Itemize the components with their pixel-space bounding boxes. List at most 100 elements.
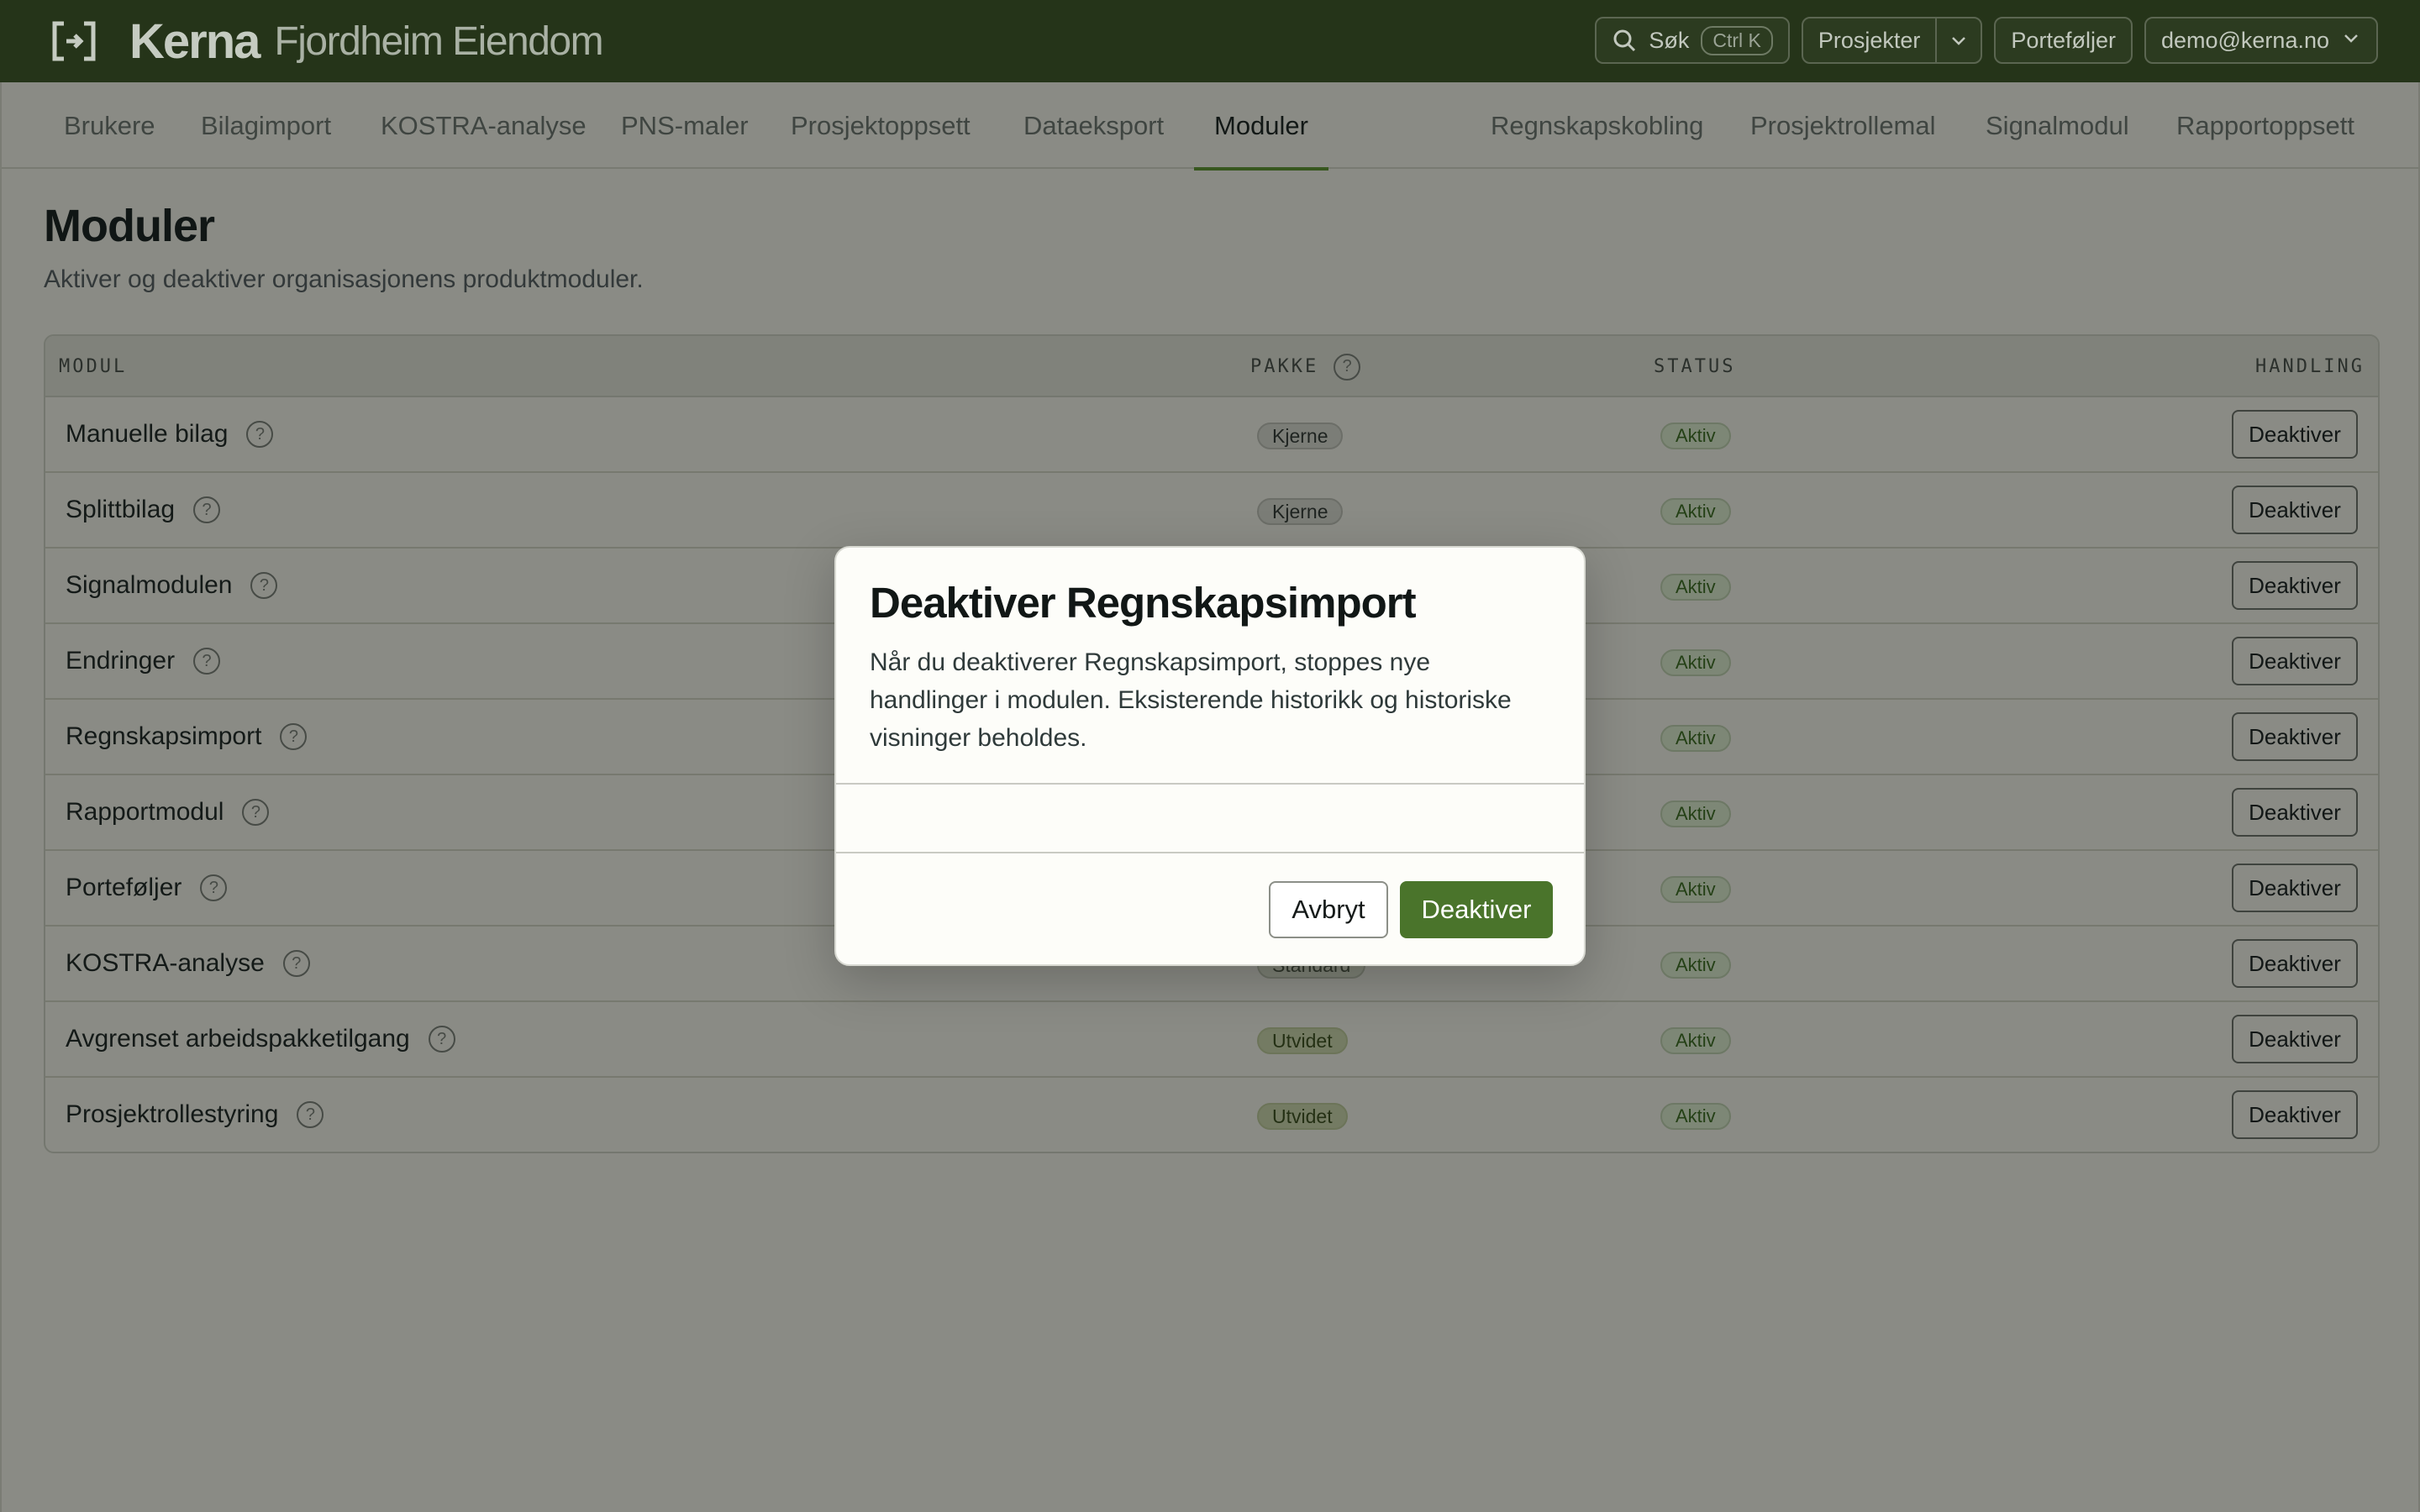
status-badge: Aktiv — [1660, 649, 1731, 676]
help-icon[interactable]: ? — [193, 496, 221, 523]
package-badge: Utvidet — [1257, 1103, 1348, 1130]
cancel-button[interactable]: Avbryt — [1269, 881, 1388, 938]
module-name: Splittbilag — [66, 496, 176, 523]
tab-pns-maler[interactable]: PNS-maler — [601, 82, 769, 169]
tab-dataeksport[interactable]: Dataeksport — [1003, 82, 1184, 169]
chevron-down-icon — [1952, 37, 1966, 45]
chevron-down-icon — [2341, 28, 2361, 54]
page-subtitle: Aktiver og deaktiver organisasjonens pro… — [44, 265, 644, 293]
help-icon[interactable]: ? — [242, 799, 270, 826]
module-name: Avgrenset arbeidspakketilgang — [66, 1025, 410, 1053]
projects-button[interactable]: Prosjekter — [1803, 18, 1936, 62]
search-icon — [1613, 29, 1636, 52]
deactivate-button[interactable]: Deaktiver — [2232, 864, 2358, 912]
user-menu-button[interactable]: demo@kerna.no — [2144, 17, 2378, 64]
column-header-action: HANDLING — [2255, 336, 2365, 397]
tab-bilagimport[interactable]: Bilagimport — [181, 82, 351, 169]
module-name: KOSTRA-analyse — [66, 949, 265, 977]
brand-name: Kerna — [129, 13, 260, 69]
portfolios-button[interactable]: Porteføljer — [1994, 17, 2133, 64]
module-name-cell: Regnskapsimport ? — [66, 700, 308, 774]
status-badge: Aktiv — [1660, 423, 1731, 449]
deactivate-button[interactable]: Deaktiver — [2232, 939, 2358, 988]
deactivate-button[interactable]: Deaktiver — [2232, 1090, 2358, 1139]
tab-prosjektoppsett[interactable]: Prosjektoppsett — [771, 82, 991, 169]
status-badge: Aktiv — [1660, 574, 1731, 601]
module-name-cell: Avgrenset arbeidspakketilgang ? — [66, 1002, 455, 1076]
deactivate-button[interactable]: Deaktiver — [2232, 561, 2358, 610]
tab-regnskapskobling[interactable]: Regnskapskobling — [1470, 82, 1723, 169]
search-button[interactable]: Søk Ctrl K — [1595, 17, 1790, 64]
column-label-module: MODUL — [59, 356, 128, 377]
user-email: demo@kerna.no — [2160, 27, 2329, 53]
module-name: Endringer — [66, 647, 176, 675]
table-row: Manuelle bilag ? Kjerne Aktiv Deaktiver — [45, 397, 2378, 473]
deactivate-button[interactable]: Deaktiver — [2232, 712, 2358, 761]
confirm-deactivate-button[interactable]: Deaktiver — [1400, 881, 1553, 938]
status-badge: Aktiv — [1660, 725, 1731, 752]
module-name-cell: Manuelle bilag ? — [66, 397, 274, 471]
brand[interactable]: Kerna Fjordheim Eiendom — [0, 0, 604, 82]
tab-rapportoppsett[interactable]: Rapportoppsett — [2156, 82, 2375, 169]
column-label-action: HANDLING — [2255, 356, 2365, 377]
module-name: Regnskapsimport — [66, 722, 262, 750]
top-actions: Søk Ctrl K Prosjekter Porteføljer demo@k… — [1595, 17, 2378, 64]
projects-dropdown-toggle[interactable] — [1935, 18, 1981, 62]
column-label-package: PAKKE — [1250, 356, 1319, 377]
status-badge: Aktiv — [1660, 1027, 1731, 1054]
module-name: Prosjektrollestyring — [66, 1100, 279, 1128]
divider — [836, 783, 1584, 785]
tab-moduler[interactable]: Moduler — [1194, 82, 1328, 171]
deactivate-button[interactable]: Deaktiver — [2232, 1015, 2358, 1063]
help-icon[interactable]: ? — [428, 1026, 455, 1053]
help-icon[interactable]: ? — [280, 723, 308, 750]
organization-name: Fjordheim Eiendom — [274, 18, 603, 64]
module-name-cell: Splittbilag ? — [66, 473, 221, 547]
module-name-cell: Signalmodulen ? — [66, 549, 278, 622]
status-badge: Aktiv — [1660, 498, 1731, 525]
help-icon[interactable]: ? — [200, 874, 228, 901]
status-badge: Aktiv — [1660, 876, 1731, 903]
deactivate-button[interactable]: Deaktiver — [2232, 637, 2358, 685]
help-icon[interactable]: ? — [246, 421, 274, 448]
help-icon[interactable]: ? — [193, 648, 221, 675]
kerna-logo-icon — [52, 21, 96, 61]
help-icon[interactable]: ? — [250, 572, 278, 599]
search-shortcut-badge: Ctrl K — [1701, 25, 1773, 55]
tab-brukere[interactable]: Brukere — [44, 82, 176, 169]
page-title: Moduler — [44, 201, 215, 251]
column-header-status: STATUS — [1654, 336, 1735, 397]
dialog-message: Når du deaktiverer Regnskapsimport, stop… — [870, 648, 1512, 752]
dialog-title: Deaktiver Regnskapsimport — [870, 579, 1417, 627]
help-icon[interactable]: ? — [1334, 353, 1361, 381]
tab-prosjektrollemal[interactable]: Prosjektrollemal — [1730, 82, 1956, 169]
module-name: Manuelle bilag — [66, 420, 229, 448]
deactivate-confirm-dialog: Deaktiver Regnskapsimport Når du deaktiv… — [834, 546, 1586, 966]
module-name-cell: Endringer ? — [66, 624, 221, 698]
status-badge: Aktiv — [1660, 801, 1731, 827]
search-label: Søk — [1649, 27, 1690, 53]
tab-signalmodul[interactable]: Signalmodul — [1965, 82, 2149, 169]
module-name: Signalmodulen — [66, 571, 233, 599]
column-header-module: MODUL — [59, 336, 127, 397]
table-row: Avgrenset arbeidspakketilgang ? Utvidet … — [45, 1002, 2378, 1078]
package-badge: Kjerne — [1257, 423, 1344, 449]
help-icon[interactable]: ? — [282, 950, 310, 977]
help-icon[interactable]: ? — [297, 1101, 324, 1128]
tab-kostra-analyse[interactable]: KOSTRA-analyse — [360, 82, 607, 169]
projects-split-button: Prosjekter — [1801, 17, 1983, 64]
column-label-status: STATUS — [1654, 356, 1736, 377]
module-name: Porteføljer — [66, 874, 182, 901]
module-name: Rapportmodul — [66, 798, 224, 826]
deactivate-button[interactable]: Deaktiver — [2232, 788, 2358, 837]
deactivate-button[interactable]: Deaktiver — [2232, 486, 2358, 534]
deactivate-button[interactable]: Deaktiver — [2232, 410, 2358, 459]
table-header: MODUL PAKKE ? STATUS HANDLING — [45, 336, 2378, 397]
top-bar: Kerna Fjordheim Eiendom Søk Ctrl K Prosj… — [0, 0, 2420, 82]
column-header-package: PAKKE ? — [1250, 336, 1361, 397]
table-row: Prosjektrollestyring ? Utvidet Aktiv Dea… — [45, 1078, 2378, 1152]
status-badge: Aktiv — [1660, 1103, 1731, 1130]
settings-tabs: Brukere Bilagimport KOSTRA-analyse PNS-m… — [2, 82, 2420, 171]
status-badge: Aktiv — [1660, 952, 1731, 979]
table-row: Splittbilag ? Kjerne Aktiv Deaktiver — [45, 473, 2378, 549]
